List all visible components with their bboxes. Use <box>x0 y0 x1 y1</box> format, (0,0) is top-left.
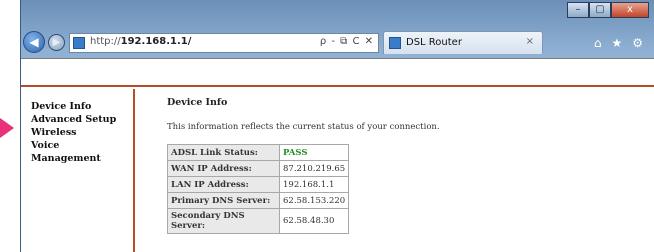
tab-title: DSL Router <box>406 37 462 48</box>
forward-button[interactable]: ▶ <box>48 34 65 51</box>
sidebar-item-wireless[interactable]: Wireless <box>21 126 133 139</box>
favorites-star-icon[interactable]: ★ <box>611 36 622 50</box>
table-row: Primary DNS Server: 62.58.153.220 <box>167 192 350 209</box>
pointer-arrow-tail <box>0 124 6 132</box>
tab-dsl-router[interactable]: DSL Router × <box>383 31 543 54</box>
table-row: LAN IP Address: 192.168.1.1 <box>167 176 350 193</box>
status-table: ADSL Link Status: PASS WAN IP Address: 8… <box>167 144 350 234</box>
navigation-bar: ◀ ▶ http://192.168.1.1/ ρ - ⧉ C ✕ DSL Ro… <box>21 28 654 56</box>
router-sidebar: Device Info Advanced Setup Wireless Voic… <box>21 89 135 252</box>
back-arrow-icon: ◀ <box>29 35 39 49</box>
sidebar-item-management[interactable]: Management <box>21 152 133 165</box>
sidebar-item-voice[interactable]: Voice <box>21 139 133 152</box>
toolbar-icons: ⌂ ★ ⚙ <box>594 36 643 50</box>
back-button[interactable]: ◀ <box>23 31 45 53</box>
minimize-button[interactable]: – <box>567 2 589 18</box>
status-key: LAN IP Address: <box>167 176 280 193</box>
status-key: Primary DNS Server: <box>167 192 280 209</box>
status-key: ADSL Link Status: <box>167 144 280 161</box>
title-bar: – ▢ x <box>21 0 654 28</box>
forward-arrow-icon: ▶ <box>52 37 61 48</box>
settings-gear-icon[interactable]: ⚙ <box>632 36 643 50</box>
status-key: Secondary DNS Server: <box>167 208 280 234</box>
status-value: 62.58.48.30 <box>278 208 350 234</box>
tab-close-button[interactable]: × <box>526 36 534 47</box>
sidebar-item-device-info[interactable]: Device Info <box>21 100 133 113</box>
address-bar[interactable]: http://192.168.1.1/ ρ - ⧉ C ✕ <box>69 33 379 53</box>
main-content: Device Info This information reflects th… <box>167 97 440 234</box>
table-row: Secondary DNS Server: 62.58.48.30 <box>167 208 350 234</box>
tab-favicon-icon <box>389 37 401 49</box>
home-icon[interactable]: ⌂ <box>594 36 602 50</box>
page-favicon-icon <box>73 37 85 49</box>
status-value: PASS <box>278 144 350 161</box>
url-text: http://192.168.1.1/ <box>90 36 191 47</box>
table-row: ADSL Link Status: PASS <box>167 144 350 161</box>
page-title: Device Info <box>167 97 228 108</box>
url-prefix: http:// <box>90 36 121 47</box>
address-tools[interactable]: ρ - ⧉ C ✕ <box>320 36 374 47</box>
browser-window: – ▢ x ◀ ▶ http://192.168.1.1/ ρ - ⧉ C ✕ … <box>20 0 654 252</box>
status-value: 87.210.219.65 <box>278 160 350 177</box>
status-value: 192.168.1.1 <box>278 176 350 193</box>
page-viewport: Device Info Advanced Setup Wireless Voic… <box>21 58 654 252</box>
status-value: 62.58.153.220 <box>278 192 350 209</box>
table-row: WAN IP Address: 87.210.219.65 <box>167 160 350 177</box>
sidebar-item-advanced-setup[interactable]: Advanced Setup <box>21 113 133 126</box>
router-page-header <box>21 59 654 87</box>
maximize-button[interactable]: ▢ <box>589 2 611 18</box>
window-controls: – ▢ x <box>567 2 649 18</box>
url-host: 192.168.1.1/ <box>120 36 192 47</box>
page-description: This information reflects the current st… <box>167 122 440 132</box>
close-window-button[interactable]: x <box>611 2 649 18</box>
status-key: WAN IP Address: <box>167 160 280 177</box>
